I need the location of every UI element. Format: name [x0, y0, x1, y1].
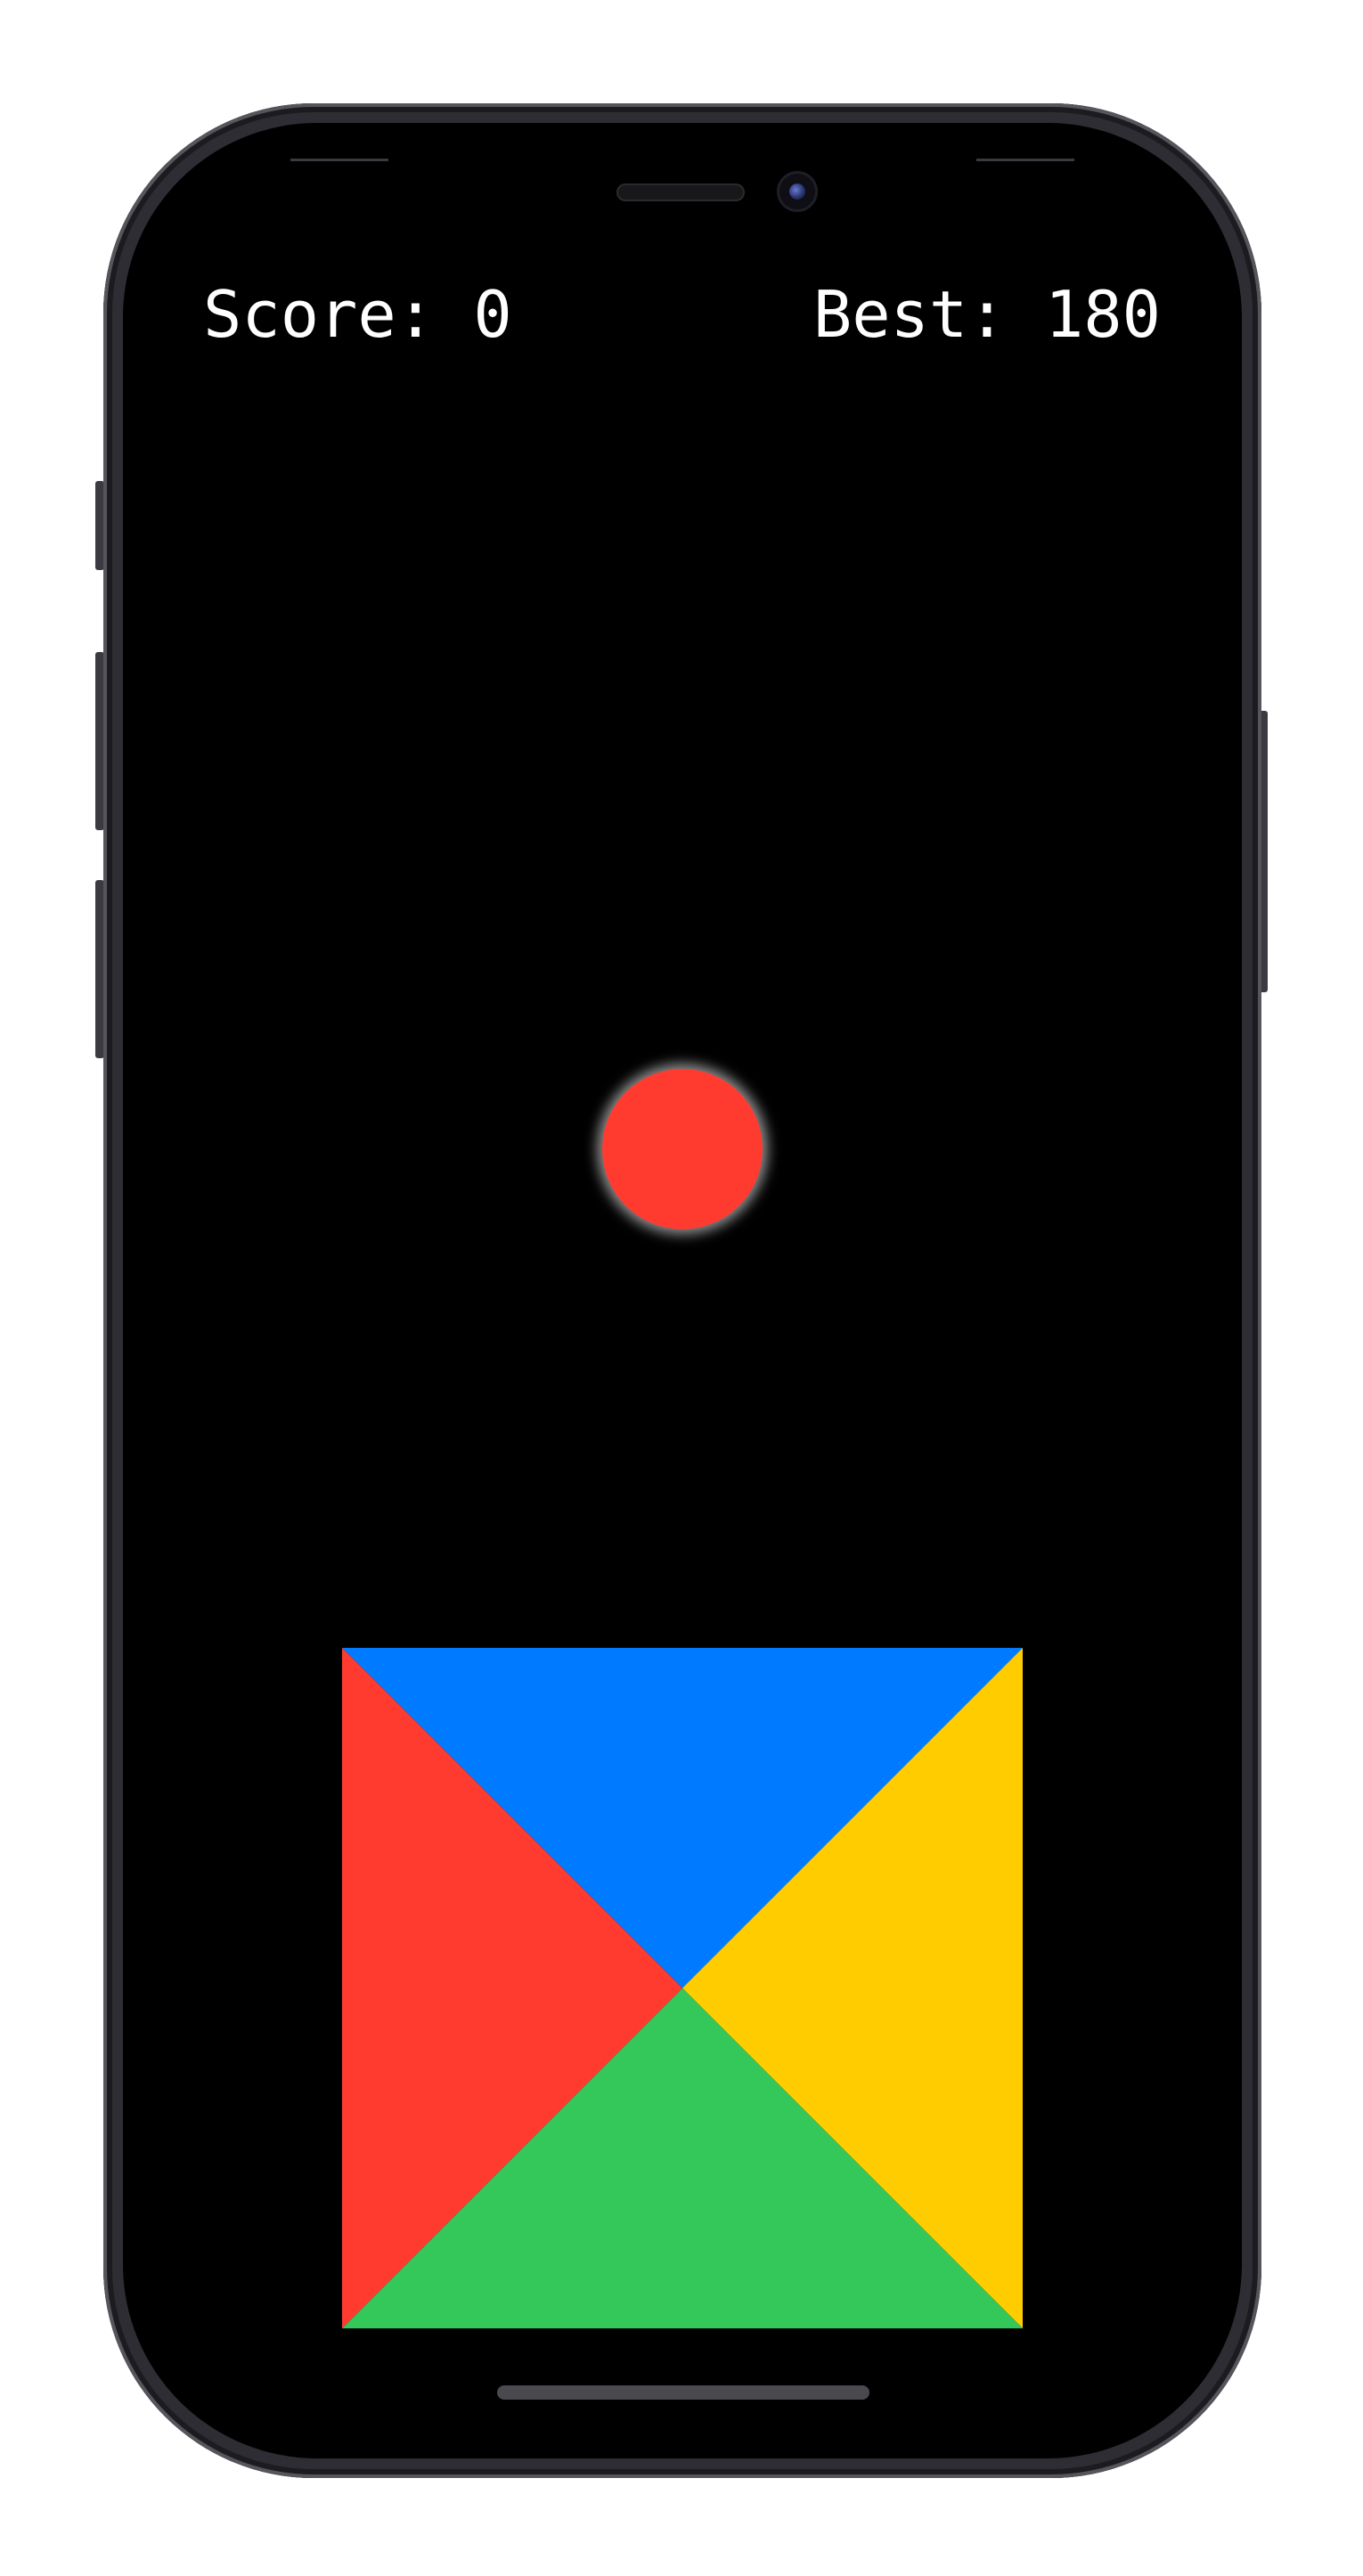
front-camera-icon	[777, 171, 818, 212]
device-mockup: Score: 0 Best: 180	[0, 0, 1363, 2576]
camera-lens	[789, 183, 805, 200]
best-score-label: Best: 180	[812, 277, 1161, 352]
home-indicator[interactable]	[497, 2385, 869, 2400]
antenna-line-left	[290, 159, 388, 161]
score-label: Score: 0	[203, 277, 512, 352]
earpiece-speaker	[616, 183, 745, 201]
antenna-line-right	[976, 159, 1074, 161]
falling-ball	[602, 1069, 763, 1229]
rotator-svg	[342, 1648, 1023, 2328]
color-rotator-square[interactable]	[342, 1648, 1023, 2328]
